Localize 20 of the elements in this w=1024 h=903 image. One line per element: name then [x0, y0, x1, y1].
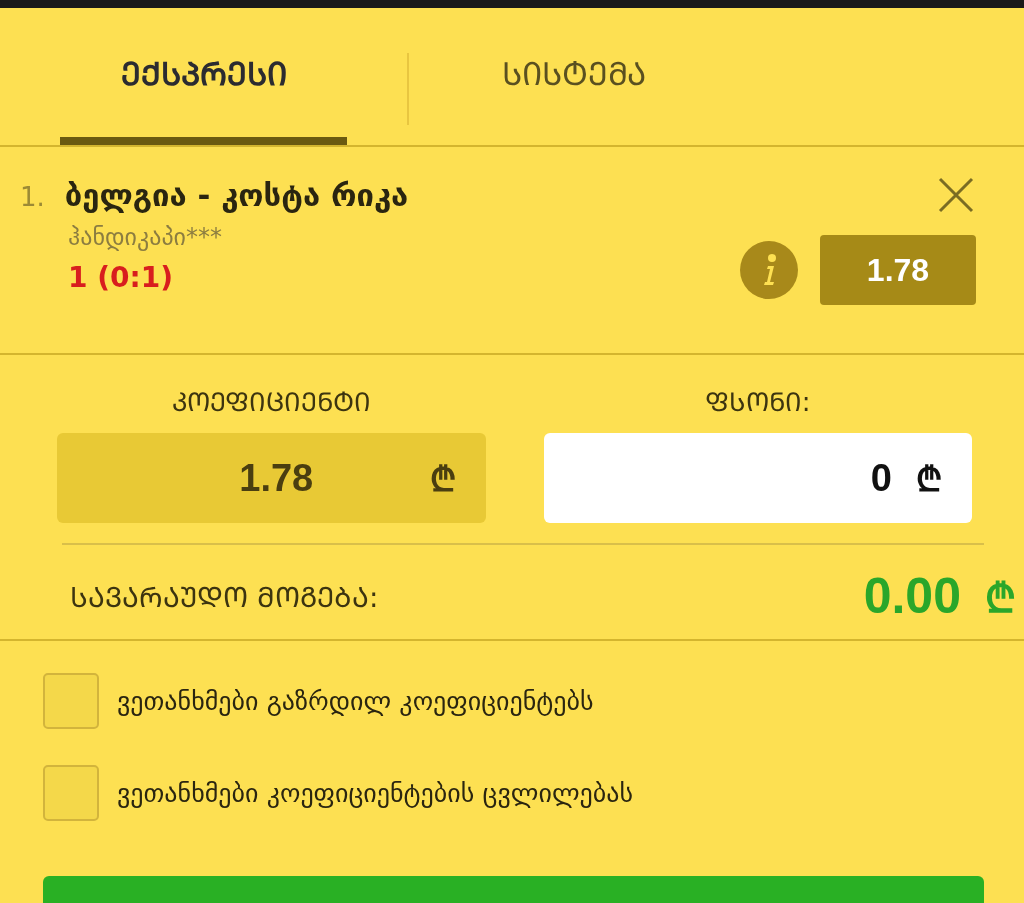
- stake-field[interactable]: 0 ₾: [543, 433, 972, 523]
- winnings-label: ᲡᲐᲕᲐᲠᲐᲣᲓᲝ ᲛᲝᲒᲔᲑᲐ:: [70, 580, 380, 615]
- winnings-value: 0.00: [863, 567, 961, 625]
- pick-label: 1 (0:1): [68, 261, 174, 294]
- bet-number: 1.: [20, 182, 45, 212]
- checkbox[interactable]: [43, 673, 99, 729]
- stake-label: ᲤᲡᲝᲜᲘ:: [704, 386, 811, 419]
- info-icon[interactable]: [740, 241, 798, 299]
- coefficient-label: ᲙᲝᲔᲤᲘᲪᲘᲔᲜᲢᲘ: [171, 386, 371, 419]
- odds-badge: 1.78: [820, 235, 976, 305]
- tab[interactable]: ᲡᲘᲡᲢᲔᲛᲐ: [439, 8, 709, 145]
- close-icon[interactable]: [938, 177, 974, 213]
- checkbox-label: ვეთანხმები გაზრდილ კოეფიციენტებს: [117, 686, 594, 716]
- checkbox-label: ვეთანხმები კოეფიციენტების ცვლილებას: [117, 778, 634, 808]
- currency-sign: ₾: [985, 573, 1016, 623]
- market-label: ჰანდიკაპი***: [68, 223, 223, 251]
- checkbox[interactable]: [43, 765, 99, 821]
- match-title: ბელგია - კოსტა რიკა: [64, 177, 409, 213]
- coefficient-field: 1.78 ₾: [57, 433, 486, 523]
- tab[interactable]: ᲔᲥᲡᲞᲠᲔᲡᲘ: [60, 8, 347, 145]
